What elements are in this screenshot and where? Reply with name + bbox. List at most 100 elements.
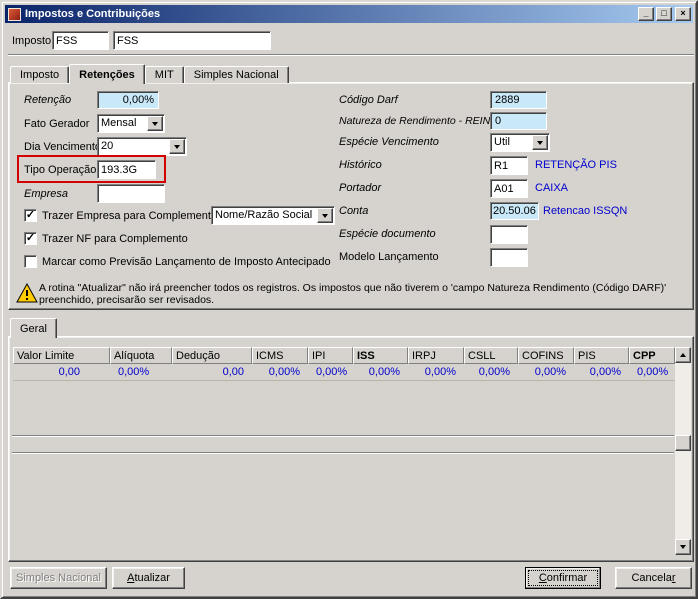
maximize-button[interactable]: □ bbox=[656, 7, 672, 21]
grid-cell-iss[interactable]: 0,00% bbox=[353, 364, 408, 380]
tab-imposto[interactable]: Imposto bbox=[10, 66, 69, 83]
fato-gerador-dropdown-button[interactable] bbox=[147, 116, 163, 131]
header-separator bbox=[8, 54, 694, 56]
confirmar-label-accel: C bbox=[539, 572, 547, 584]
check-icon: ✓ bbox=[25, 233, 36, 243]
tab-geral[interactable]: Geral bbox=[10, 318, 57, 338]
grid-header-pis: PIS bbox=[574, 347, 629, 364]
grid-section-divider-bottom bbox=[12, 452, 674, 454]
fato-gerador-value: Mensal bbox=[98, 115, 147, 132]
grid-header-cpp: CPP bbox=[629, 347, 675, 364]
imposto-name-input[interactable] bbox=[113, 31, 271, 50]
chevron-down-icon bbox=[322, 214, 328, 218]
codigo-darf-field: 2889 bbox=[490, 91, 547, 109]
grid-header-ipi: IPI bbox=[308, 347, 353, 364]
fato-gerador-label: Fato Gerador bbox=[24, 118, 89, 130]
especie-documento-label: Espécie documento bbox=[339, 228, 436, 240]
simples-nacional-button: Simples Nacional bbox=[10, 567, 107, 589]
scroll-up-icon bbox=[680, 353, 686, 357]
modelo-lancamento-label: Modelo Lançamento bbox=[339, 251, 439, 263]
grid-header-irpj: IRPJ bbox=[408, 347, 464, 364]
modelo-lancamento-input[interactable] bbox=[490, 248, 528, 267]
tipo-operacao-label: Tipo Operação bbox=[24, 164, 96, 176]
imposto-label: Imposto bbox=[12, 35, 51, 47]
grid-header-cofins: COFINS bbox=[518, 347, 574, 364]
trazer-empresa-checkbox[interactable]: ✓ bbox=[24, 209, 37, 222]
cancelar-button[interactable]: Cancelar bbox=[615, 567, 692, 589]
window-title: Impostos e Contribuições bbox=[25, 8, 636, 20]
complemento-value: Nome/Razão Social bbox=[212, 207, 317, 224]
dia-vencimento-select[interactable]: 20 bbox=[97, 137, 187, 156]
app-icon bbox=[8, 8, 21, 21]
geral-tabs: Geral bbox=[10, 317, 57, 337]
dia-vencimento-value: 20 bbox=[98, 138, 169, 155]
scroll-down-button[interactable] bbox=[675, 539, 691, 555]
close-button[interactable]: × bbox=[675, 7, 691, 21]
tab-simples-nacional[interactable]: Simples Nacional bbox=[184, 66, 289, 83]
scroll-thumb[interactable] bbox=[675, 435, 691, 451]
warning-icon bbox=[16, 283, 38, 303]
grid-cell-valor-limite[interactable]: 0,00 bbox=[13, 364, 110, 380]
grid-header-icms: ICMS bbox=[252, 347, 308, 364]
marcar-previsao-checkbox[interactable] bbox=[24, 255, 37, 268]
chevron-down-icon bbox=[152, 122, 158, 126]
grid-row-divider bbox=[13, 380, 675, 381]
grid-cell-deducao[interactable]: 0,00 bbox=[172, 364, 252, 380]
natureza-rendimento-field: 0 bbox=[490, 112, 547, 130]
especie-documento-input[interactable] bbox=[490, 225, 528, 244]
retencao-field: 0,00% bbox=[97, 91, 159, 109]
scroll-up-button[interactable] bbox=[675, 347, 691, 363]
grid-cell-aliquota[interactable]: 0,00% bbox=[110, 364, 172, 380]
tab-retencoes[interactable]: Retenções bbox=[69, 64, 145, 84]
chevron-down-icon bbox=[537, 141, 543, 145]
complemento-select[interactable]: Nome/Razão Social bbox=[211, 206, 335, 225]
tipo-operacao-input[interactable] bbox=[97, 160, 156, 179]
warning-text-line1: A rotina "Atualizar" não irá preencher t… bbox=[39, 283, 666, 294]
confirmar-button[interactable]: Confirmar bbox=[525, 567, 601, 589]
especie-vencimento-dropdown-button[interactable] bbox=[532, 135, 548, 150]
grid-cell-cpp[interactable]: 0,00% bbox=[629, 364, 675, 380]
portador-input[interactable] bbox=[490, 179, 528, 198]
minimize-icon: _ bbox=[643, 8, 648, 18]
tab-mit[interactable]: MIT bbox=[145, 66, 184, 83]
atualizar-button[interactable]: Atualizar bbox=[112, 567, 185, 589]
grid-cell-icms[interactable]: 0,00% bbox=[252, 364, 308, 380]
check-icon: ✓ bbox=[25, 210, 36, 220]
trazer-nf-checkbox[interactable]: ✓ bbox=[24, 232, 37, 245]
grid-header-valor-limite: Valor Limite bbox=[13, 347, 110, 364]
grid-cell-cofins[interactable]: 0,00% bbox=[518, 364, 574, 380]
historico-input[interactable] bbox=[490, 156, 528, 175]
complemento-dropdown-button[interactable] bbox=[317, 208, 333, 223]
main-tabs: Imposto Retenções MIT Simples Nacional bbox=[10, 63, 289, 83]
confirmar-label-post: onfirmar bbox=[547, 572, 587, 584]
grid-header-csll: CSLL bbox=[464, 347, 518, 364]
dia-vencimento-label: Dia Vencimento bbox=[24, 141, 101, 153]
grid-header-aliquota: Alíquota bbox=[110, 347, 172, 364]
trazer-nf-label[interactable]: Trazer NF para Complemento bbox=[42, 233, 188, 245]
grid-cell-irpj[interactable]: 0,00% bbox=[408, 364, 464, 380]
grid-cell-ipi[interactable]: 0,00% bbox=[308, 364, 353, 380]
minimize-button[interactable]: _ bbox=[638, 7, 654, 21]
grid-cell-pis[interactable]: 0,00% bbox=[574, 364, 629, 380]
historico-description: RETENÇÃO PIS bbox=[535, 159, 617, 171]
natureza-rendimento-label: Natureza de Rendimento - REINF bbox=[339, 115, 497, 127]
cancelar-label-accel: r bbox=[672, 572, 676, 584]
chevron-down-icon bbox=[174, 145, 180, 149]
portador-description: CAIXA bbox=[535, 182, 568, 194]
empresa-input[interactable] bbox=[97, 184, 165, 203]
trazer-empresa-label[interactable]: Trazer Empresa para Complemento bbox=[42, 210, 217, 222]
dia-vencimento-dropdown-button[interactable] bbox=[169, 139, 185, 154]
grid-vertical-scrollbar[interactable] bbox=[675, 347, 691, 555]
fato-gerador-select[interactable]: Mensal bbox=[97, 114, 165, 133]
retencao-label: Retenção bbox=[24, 94, 71, 106]
grid-cell-csll[interactable]: 0,00% bbox=[464, 364, 518, 380]
codigo-darf-label: Código Darf bbox=[339, 94, 398, 106]
conta-field: 20.50.06 bbox=[490, 202, 539, 220]
imposto-code-input[interactable] bbox=[52, 31, 109, 50]
especie-vencimento-value: Util bbox=[491, 134, 532, 151]
dialog-titlebar: Impostos e Contribuições _ □ × bbox=[5, 5, 693, 23]
atualizar-label-post: tualizar bbox=[134, 572, 169, 584]
marcar-previsao-label[interactable]: Marcar como Previsão Lançamento de Impos… bbox=[42, 256, 331, 268]
maximize-icon: □ bbox=[661, 8, 666, 18]
especie-vencimento-select[interactable]: Util bbox=[490, 133, 550, 152]
